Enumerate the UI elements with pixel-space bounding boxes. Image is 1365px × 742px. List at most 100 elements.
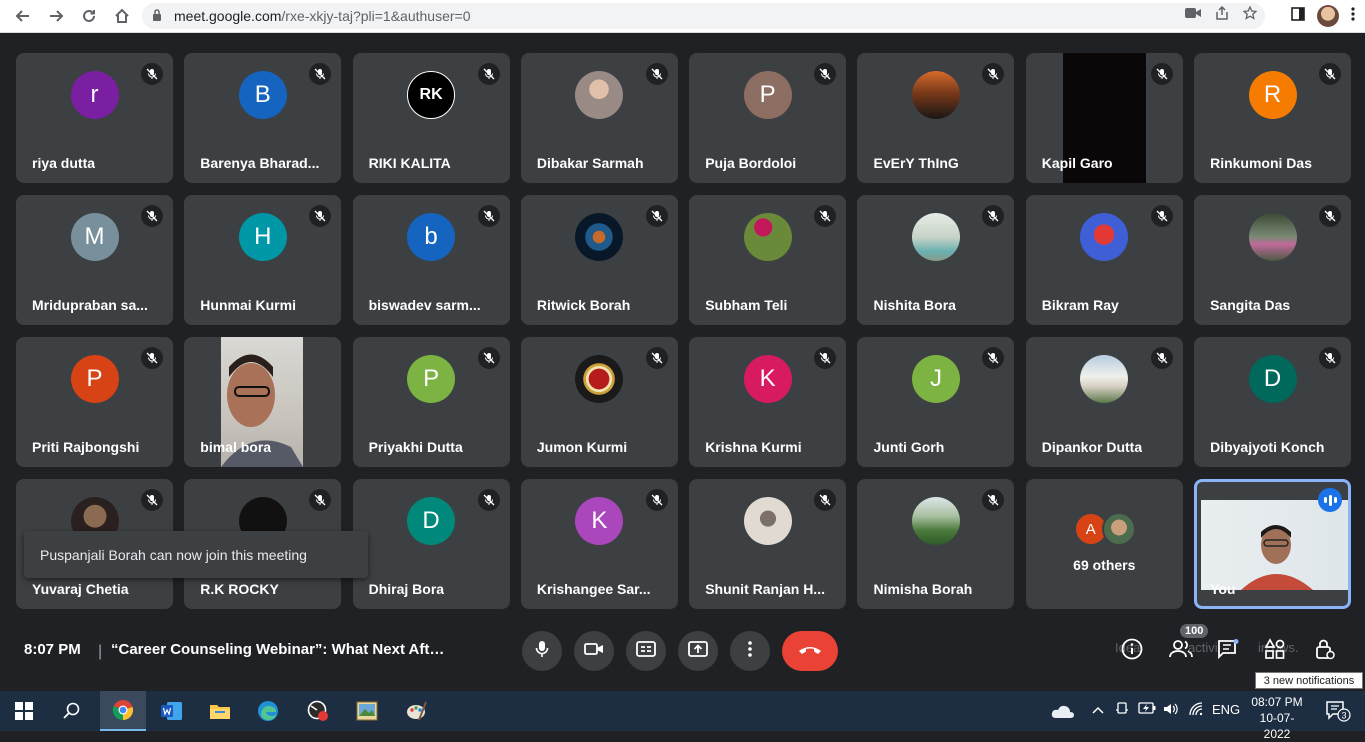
participant-photo <box>743 213 792 261</box>
participant-name: Dipankor Dutta <box>1041 439 1143 455</box>
participant-avatar: r <box>70 71 119 119</box>
participant-photo <box>575 213 624 261</box>
participant-tile[interactable]: B Barenya Bharad... <box>184 53 342 183</box>
participant-tile[interactable]: RK RIKI KALITA <box>352 53 510 183</box>
captions-button[interactable] <box>626 631 666 671</box>
mic-off-icon <box>814 489 837 511</box>
tray-chevron-icon[interactable] <box>1092 702 1104 717</box>
language-indicator[interactable]: ENG <box>1212 702 1240 717</box>
photos-icon[interactable] <box>347 691 387 731</box>
activities-faded-label: activi <box>1188 640 1218 655</box>
participant-avatar: D <box>1248 355 1297 403</box>
participant-tile[interactable]: Dipankor Dutta <box>1025 337 1183 467</box>
participant-tile[interactable]: Shunit Ranjan H... <box>689 479 847 609</box>
home-icon[interactable] <box>112 6 132 26</box>
participant-tile[interactable]: r riya dutta <box>16 53 173 183</box>
meeting-details-button[interactable] <box>1119 638 1145 664</box>
participant-name: Shunit Ranjan H... <box>705 581 825 597</box>
chrome-icon[interactable] <box>100 691 146 731</box>
participant-tile[interactable]: Sangita Das <box>1194 195 1352 325</box>
clock-time: 08:07 PM <box>1251 695 1303 709</box>
participant-avatar: P <box>743 71 792 119</box>
participant-photo <box>1080 355 1129 403</box>
participant-tile[interactable]: P Puja Bordoloi <box>689 53 847 183</box>
edge-icon[interactable] <box>248 691 288 731</box>
others-tile[interactable]: A 69 others <box>1025 479 1183 609</box>
leave-call-button[interactable] <box>782 631 838 671</box>
more-vertical-icon <box>748 640 752 662</box>
participant-tile[interactable]: M Mridupraban sa... <box>16 195 173 325</box>
camera-button[interactable] <box>574 631 614 671</box>
host-controls-button[interactable] <box>1312 638 1338 664</box>
file-explorer-icon[interactable] <box>200 691 240 731</box>
participant-tile[interactable]: J Junti Gorh <box>857 337 1015 467</box>
profile-avatar[interactable] <box>1317 5 1339 27</box>
windows-start-icon[interactable] <box>4 691 44 731</box>
participant-name: EvErY ThInG <box>873 155 959 171</box>
mic-off-icon <box>477 63 500 85</box>
participant-tile[interactable]: D Dhiraj Bora <box>352 479 510 609</box>
participant-name: Ritwick Borah <box>536 297 631 313</box>
participant-avatar: M <box>70 213 119 261</box>
more-options-button[interactable] <box>730 631 770 671</box>
self-tile[interactable]: You <box>1194 479 1352 609</box>
paint-icon[interactable] <box>396 691 436 731</box>
info-icon <box>1121 638 1143 665</box>
participant-tile[interactable]: K Krishna Kurmi <box>689 337 847 467</box>
share-icon[interactable] <box>1215 5 1229 23</box>
reload-icon[interactable] <box>79 6 99 26</box>
participant-avatar: J <box>911 355 960 403</box>
kebab-menu-icon[interactable] <box>1351 6 1355 26</box>
participant-tile[interactable]: Bikram Ray <box>1025 195 1183 325</box>
participant-tile[interactable]: K Krishangee Sar... <box>520 479 678 609</box>
battery-charging-icon[interactable] <box>1138 702 1156 717</box>
participant-tile[interactable]: EvErY ThInG <box>857 53 1015 183</box>
participant-tile[interactable]: D Dibyajyoti Konch <box>1194 337 1352 467</box>
back-arrow-icon[interactable] <box>13 6 33 26</box>
participant-avatar: P <box>70 355 119 403</box>
mic-off-icon <box>645 489 668 511</box>
volume-icon[interactable] <box>1163 702 1179 719</box>
word-icon[interactable] <box>152 691 192 731</box>
chat-button[interactable] <box>1215 638 1241 664</box>
participant-photo <box>575 71 624 119</box>
participant-tile[interactable]: Ritwick Borah <box>520 195 678 325</box>
screen-recorder-icon[interactable] <box>298 691 338 731</box>
microphone-button[interactable] <box>522 631 562 671</box>
present-screen-button[interactable] <box>678 631 718 671</box>
mic-off-icon <box>1150 347 1173 369</box>
search-icon[interactable] <box>52 691 92 731</box>
participant-tile[interactable]: P Priti Rajbongshi <box>16 337 173 467</box>
participant-tile[interactable]: H Hunmai Kurmi <box>184 195 342 325</box>
system-clock[interactable]: 08:07 PM 10-07-2022 <box>1247 694 1307 742</box>
participant-tile[interactable]: Jumon Kurmi <box>520 337 678 467</box>
participant-name: Yuvaraj Chetia <box>32 581 129 597</box>
participant-photo <box>911 71 960 119</box>
participant-tile[interactable]: Dibakar Sarmah <box>520 53 678 183</box>
forward-arrow-icon[interactable] <box>46 6 66 26</box>
participant-name: Hunmai Kurmi <box>200 297 296 313</box>
participant-name: biswadev sarm... <box>368 297 481 313</box>
participant-tile[interactable]: Nishita Bora <box>857 195 1015 325</box>
participant-tile[interactable]: bimal bora <box>184 337 342 467</box>
bookmark-star-icon[interactable] <box>1242 5 1258 23</box>
participant-tile[interactable]: Nimisha Borah <box>857 479 1015 609</box>
participant-tile[interactable]: P Priyakhi Dutta <box>352 337 510 467</box>
activities-button[interactable] <box>1262 637 1288 664</box>
participant-tile[interactable]: Kapil Garo <box>1025 53 1183 183</box>
toast-text: Puspanjali Borah can now join this meeti… <box>40 546 307 563</box>
onedrive-cloud-icon[interactable] <box>1043 691 1083 731</box>
address-bar[interactable]: meet.google.com/rxe-xkjy-taj?pli=1&authu… <box>142 3 1265 29</box>
participant-tile[interactable]: b biswadev sarm... <box>352 195 510 325</box>
lock-icon[interactable] <box>152 8 166 24</box>
participant-name: Mridupraban sa... <box>32 297 148 313</box>
action-center-icon[interactable]: 3 <box>1316 691 1360 731</box>
mic-off-icon <box>477 205 500 227</box>
participant-tile[interactable]: R Rinkumoni Das <box>1194 53 1352 183</box>
side-panel-icon[interactable] <box>1291 6 1305 26</box>
wifi-icon[interactable] <box>1188 702 1204 719</box>
participant-tile[interactable]: Subham Teli <box>689 195 847 325</box>
meet-now-icon[interactable] <box>1115 702 1129 719</box>
participant-grid: r riya dutta B Barenya Bharad... RK RIKI KA… <box>16 53 1352 609</box>
camera-in-use-icon[interactable] <box>1185 6 1201 23</box>
